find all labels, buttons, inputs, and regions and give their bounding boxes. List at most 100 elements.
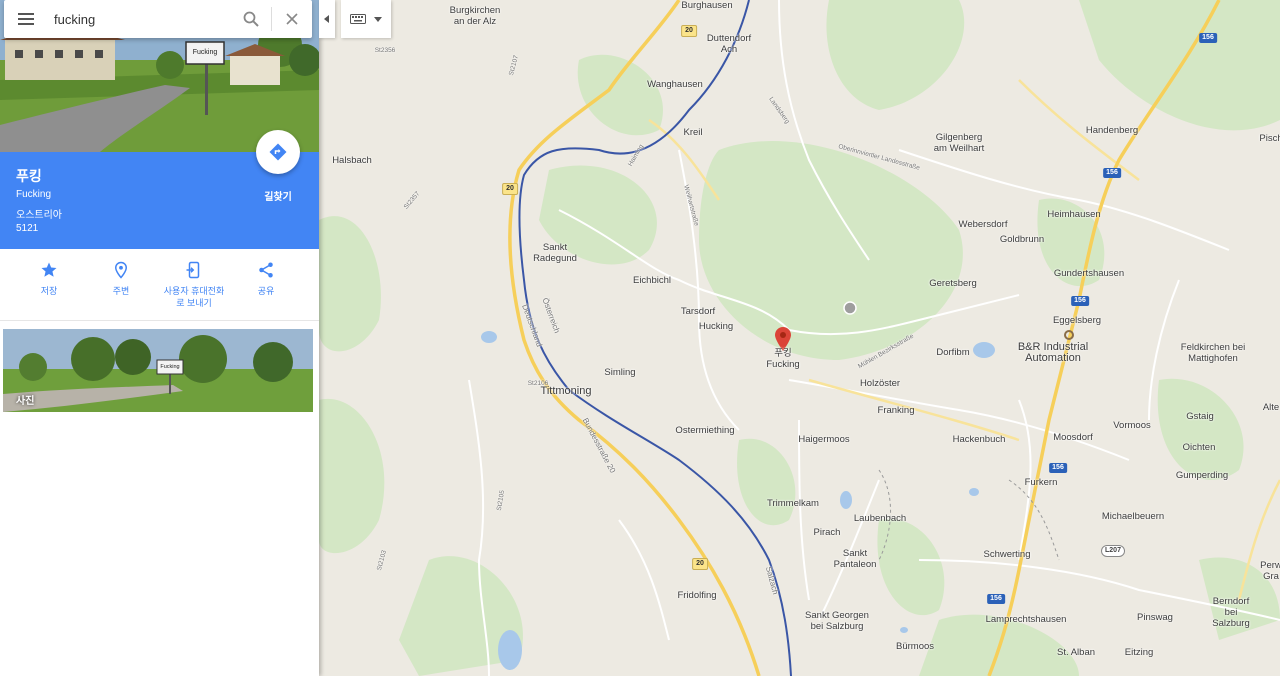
- photos-card[interactable]: Fucking 사진: [3, 329, 313, 412]
- search-button[interactable]: [231, 0, 271, 38]
- map-label[interactable]: Eggelsberg: [1053, 315, 1101, 326]
- share-label: 공유: [257, 286, 275, 296]
- map-label[interactable]: Gumperding: [1176, 470, 1228, 481]
- keyboard-icon: [350, 14, 366, 24]
- road-shield: 156: [1103, 168, 1121, 178]
- map-label[interactable]: Wanghausen: [647, 79, 703, 90]
- map-label[interactable]: Tarsdorf: [681, 306, 715, 317]
- map-canvas[interactable]: Burgkirchen an der Alz Burghausen Dutten…: [319, 0, 1280, 676]
- road-shield: 20: [692, 558, 708, 570]
- clear-search-button[interactable]: [272, 0, 312, 38]
- road-shield: 156: [1049, 463, 1067, 473]
- hamburger-icon: [18, 18, 34, 20]
- map-label[interactable]: Dorfibm: [936, 347, 969, 358]
- caret-left-icon: [324, 15, 329, 23]
- map-label[interactable]: Moosdorf: [1053, 432, 1093, 443]
- map-label[interactable]: Schwerting: [984, 549, 1031, 560]
- map-label[interactable]: Vormoos: [1113, 420, 1151, 431]
- send-to-phone-button[interactable]: 사용자 휴대전화 로 보내기: [158, 259, 230, 309]
- send-to-phone-icon: [186, 261, 200, 279]
- directions-icon: [269, 143, 287, 161]
- map-label[interactable]: Franking: [878, 405, 915, 416]
- map-base-layer: [319, 0, 1280, 676]
- map-label[interactable]: Eichbichl: [633, 275, 671, 286]
- place-country: 오스트리아: [16, 210, 62, 221]
- road-shield: 156: [1071, 296, 1089, 306]
- menu-button[interactable]: [4, 0, 48, 38]
- star-icon: [41, 262, 57, 277]
- photos-sign-text: Fucking: [160, 364, 180, 370]
- map-label[interactable]: Burghausen: [681, 0, 732, 11]
- caret-down-icon: [374, 16, 382, 22]
- directions-label[interactable]: 길찾기: [254, 188, 302, 203]
- road-shield: L207: [1101, 545, 1125, 557]
- map-label[interactable]: Hackenbuch: [953, 434, 1006, 445]
- collapse-panel-button[interactable]: [319, 0, 335, 38]
- map-label[interactable]: Sankt Pantaleon: [834, 548, 877, 570]
- place-postal-code: 5121: [16, 223, 39, 234]
- road-shield: 20: [681, 25, 697, 37]
- map-label[interactable]: Bürmoos: [896, 641, 934, 652]
- map-label[interactable]: B&R Industrial Automation: [1018, 342, 1088, 364]
- map-label[interactable]: Simling: [604, 367, 635, 378]
- map-label[interactable]: Heimhausen: [1047, 209, 1100, 220]
- map-label[interactable]: Duttendorf Ach: [707, 33, 751, 55]
- map-label[interactable]: Goldbrunn: [1000, 234, 1044, 245]
- place-panel: Fucking fucking 푸킹 Fucking 오스트리아 5121 길찾…: [0, 0, 319, 676]
- map-label[interactable]: Pinswag: [1137, 612, 1173, 623]
- road-shield: 20: [502, 183, 518, 195]
- map-label[interactable]: Sankt Georgen bei Salzburg: [805, 610, 869, 632]
- road-label: St2106: [527, 380, 549, 387]
- map-label[interactable]: Haigermoos: [798, 434, 849, 445]
- map-label[interactable]: Berndorf bei Salzburg: [1207, 596, 1256, 629]
- road-label: St2356: [374, 47, 396, 54]
- nearby-button[interactable]: 주변: [85, 259, 157, 297]
- map-label[interactable]: Ostermiething: [675, 425, 734, 436]
- map-controls: [319, 0, 391, 38]
- share-icon: [259, 262, 273, 278]
- map-label[interactable]: Kreil: [683, 127, 702, 138]
- place-title: 푸킹: [16, 168, 42, 184]
- place-latin-name: Fucking: [16, 189, 52, 200]
- map-label[interactable]: Alte: [1263, 402, 1279, 413]
- map-label[interactable]: Trimmelkam: [767, 498, 819, 509]
- map-label[interactable]: Geretsberg: [929, 278, 977, 289]
- map-label[interactable]: Pisch: [1259, 133, 1280, 144]
- map-label[interactable]: Gilgenberg am Weilhart: [934, 132, 985, 154]
- map-label[interactable]: Webersdorf: [959, 219, 1008, 230]
- place-header: 푸킹 Fucking 오스트리아 5121 길찾기: [0, 130, 319, 249]
- map-label[interactable]: Handenberg: [1086, 125, 1138, 136]
- save-button[interactable]: 저장: [13, 259, 85, 297]
- input-tools-button[interactable]: [341, 0, 391, 38]
- map-label[interactable]: St. Alban: [1057, 647, 1095, 658]
- map-label[interactable]: Burgkirchen an der Alz: [450, 5, 501, 27]
- map-label[interactable]: Pirach: [814, 527, 841, 538]
- directions-button[interactable]: [256, 130, 300, 174]
- map-label[interactable]: Perw Gra: [1260, 560, 1280, 582]
- map-label[interactable]: Lamprechtshausen: [986, 614, 1067, 625]
- nearby-label: 주변: [112, 286, 130, 296]
- map-label[interactable]: Eitzing: [1125, 647, 1154, 658]
- map-label[interactable]: Feldkirchen bei Mattighofen: [1181, 342, 1245, 364]
- action-bar: 저장 주변 사용자 휴대전화 로 보내기 공유: [0, 249, 319, 321]
- send-to-phone-label: 사용자 휴대전화 로 보내기: [163, 286, 225, 308]
- photos-image: [3, 329, 313, 412]
- close-icon: [286, 13, 298, 25]
- share-button[interactable]: 공유: [230, 259, 302, 297]
- search-input[interactable]: fucking: [48, 12, 231, 27]
- map-label[interactable]: Sankt Radegund: [533, 242, 577, 264]
- search-box: fucking: [4, 0, 312, 38]
- map-label[interactable]: Holzöster: [860, 378, 900, 389]
- map-label[interactable]: Oichten: [1183, 442, 1216, 453]
- map-label[interactable]: Gstaig: [1186, 411, 1213, 422]
- map-label[interactable]: Laubenbach: [854, 513, 906, 524]
- map-label[interactable]: Gundertshausen: [1054, 268, 1124, 279]
- nearby-pin-icon: [114, 261, 128, 279]
- map-label[interactable]: Michaelbeuern: [1102, 511, 1164, 522]
- search-icon: [243, 11, 259, 27]
- map-label[interactable]: Hucking: [699, 321, 733, 332]
- map-label[interactable]: Furkern: [1025, 477, 1058, 488]
- map-label[interactable]: Halsbach: [332, 155, 372, 166]
- map-label[interactable]: Fridolfing: [677, 590, 716, 601]
- photos-label: 사진: [16, 396, 35, 407]
